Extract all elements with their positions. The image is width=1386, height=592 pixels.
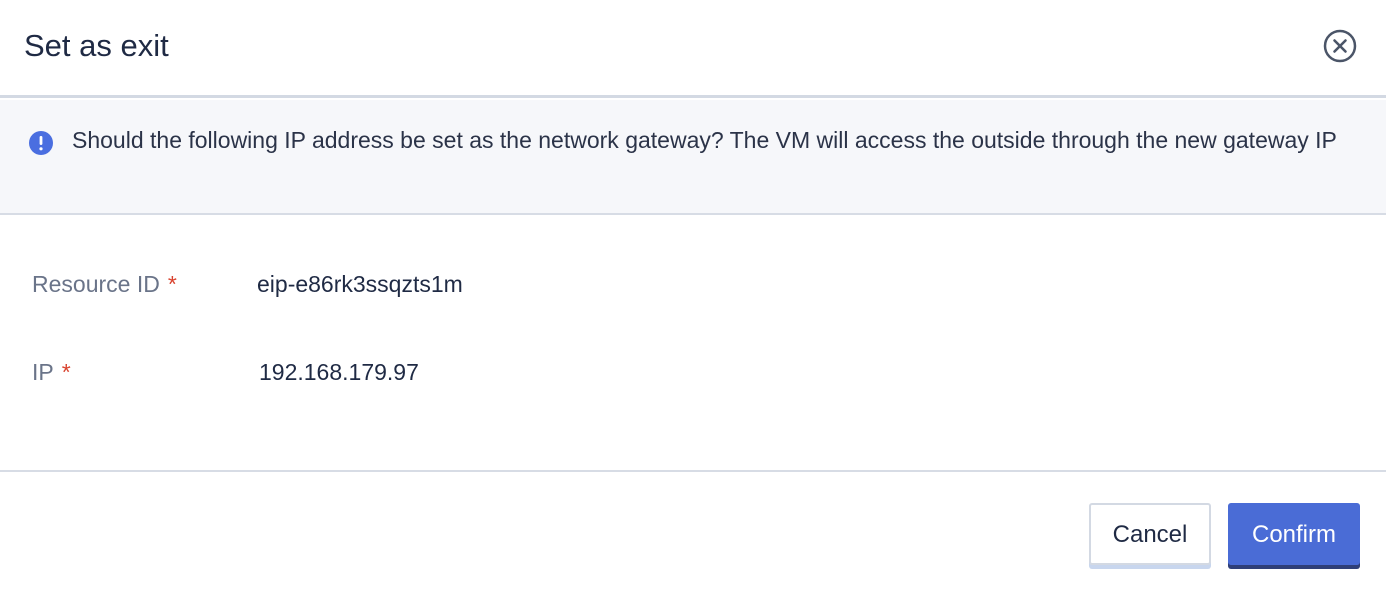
set-as-exit-dialog: Set as exit Should the following IP addr… [0,0,1386,592]
confirm-button[interactable]: Confirm [1228,503,1360,565]
ip-value: 192.168.179.97 [259,359,419,385]
notice-message: Should the following IP address be set a… [72,127,1337,153]
close-button[interactable] [1322,28,1358,64]
footer-divider [0,470,1386,472]
resource-id-row: Resource ID * eip-e86rk3ssqzts1m [0,264,1386,304]
required-mark: * [167,271,177,297]
info-exclamation-icon [29,131,53,155]
cancel-button[interactable]: Cancel [1089,503,1211,565]
ip-row: IP * 192.168.179.97 [0,352,1386,392]
required-mark: * [61,359,71,385]
close-circle-icon [1323,29,1357,63]
dialog-header: Set as exit [0,0,1386,98]
dialog-title: Set as exit [24,28,169,63]
ip-label: IP * [32,359,71,385]
resource-id-value: eip-e86rk3ssqzts1m [257,271,463,297]
resource-id-label: Resource ID * [32,271,177,297]
